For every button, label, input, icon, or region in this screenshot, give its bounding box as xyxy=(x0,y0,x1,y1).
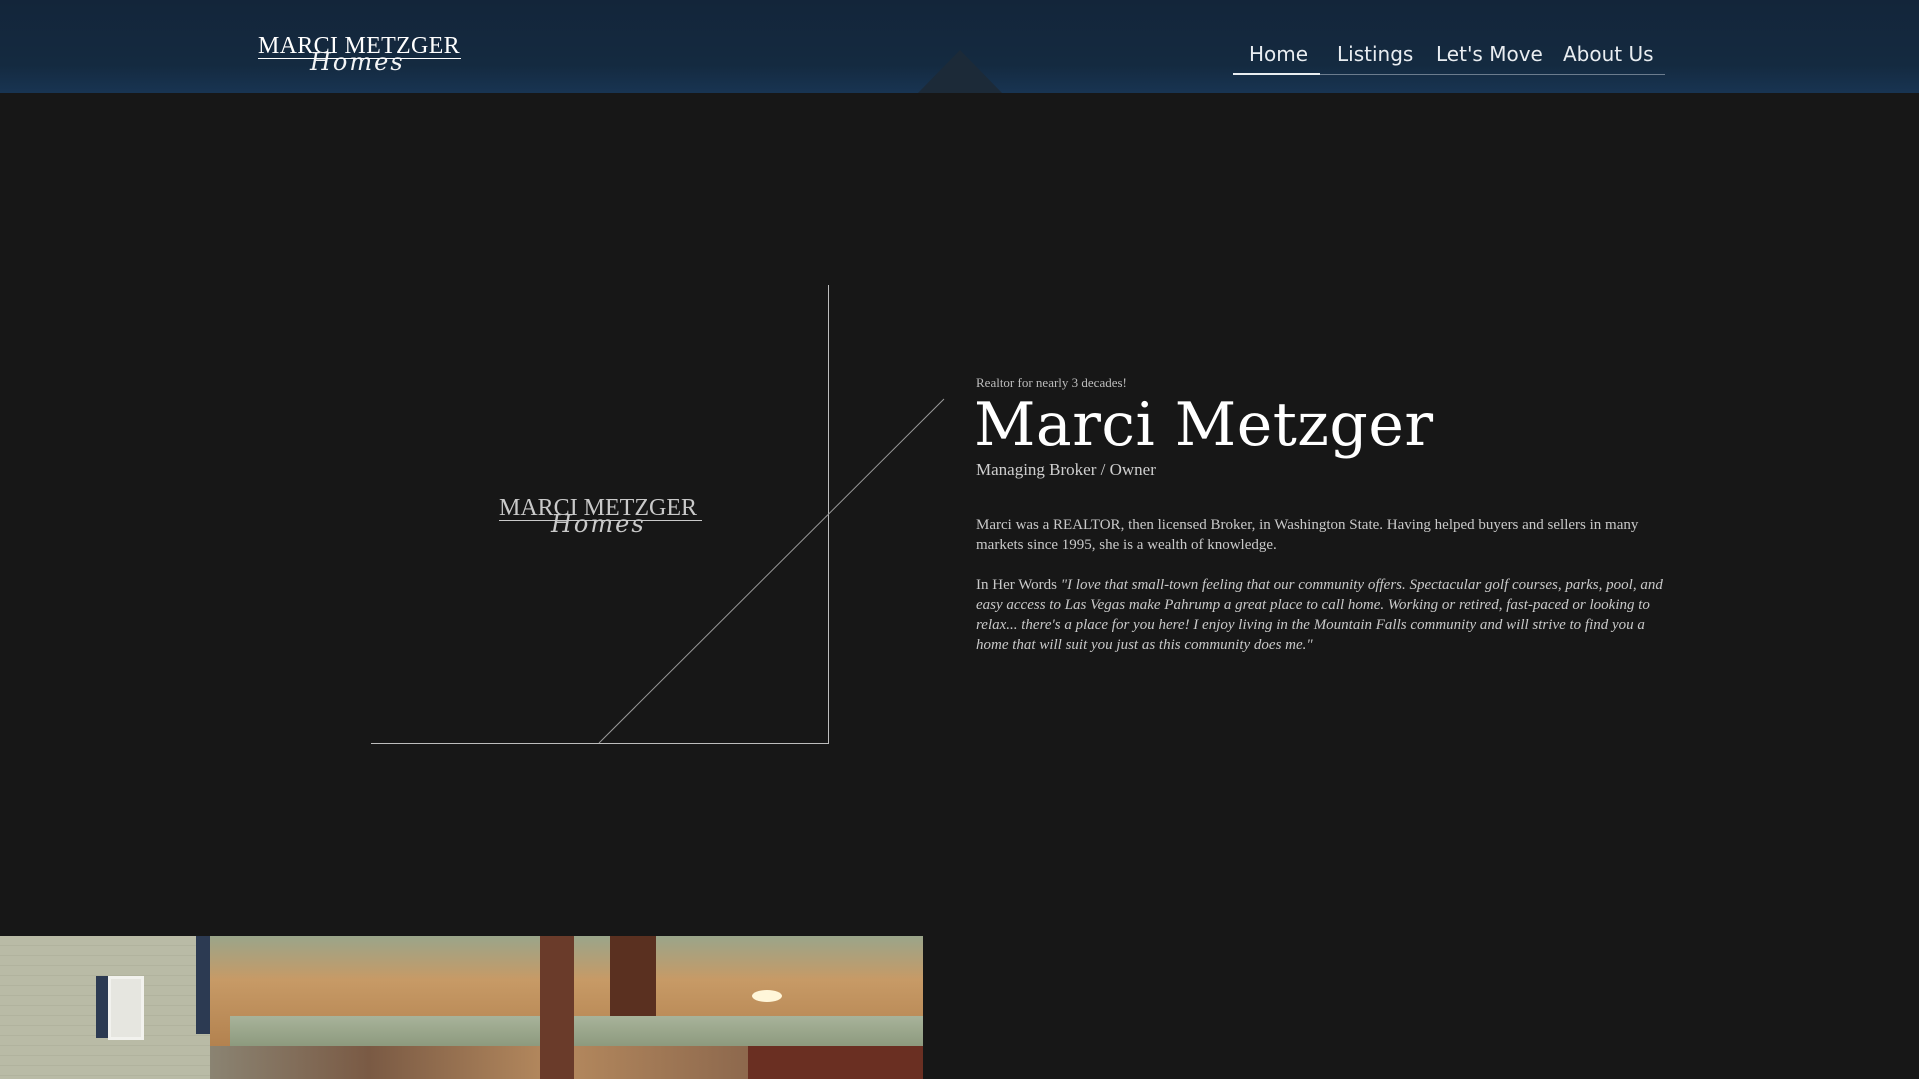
quote-text: "I love that small-town feeling that our… xyxy=(976,577,1663,653)
hero-role: Managing Broker / Owner xyxy=(976,460,1156,479)
nav-item-lets-move[interactable]: Let's Move xyxy=(1436,42,1543,66)
house-photo xyxy=(0,936,923,1079)
nav-active-indicator xyxy=(1233,73,1320,75)
porch-beam xyxy=(610,936,656,1016)
hero-bio: Marci was a REALTOR, then licensed Broke… xyxy=(976,517,1639,553)
house-shutter xyxy=(196,936,210,1034)
nav-item-home[interactable]: Home xyxy=(1249,42,1308,66)
hero-eyebrow: Realtor for nearly 3 decades! xyxy=(976,375,1127,390)
center-logo-script: Homes xyxy=(551,510,646,538)
front-door xyxy=(748,1046,923,1079)
frame-horizontal-line xyxy=(371,743,829,744)
nav-item-listings[interactable]: Listings xyxy=(1337,42,1413,66)
site-logo[interactable]: MARCI METZGER Homes xyxy=(258,34,464,80)
nav-item-about-us[interactable]: About Us xyxy=(1563,42,1654,66)
page: MARCI METZGER Homes Home Listings Let's … xyxy=(0,0,1919,1079)
logo-script: Homes xyxy=(310,48,405,76)
site-header: MARCI METZGER Homes Home Listings Let's … xyxy=(0,0,1919,93)
house-shutter xyxy=(96,976,108,1038)
frame-vertical-line xyxy=(828,285,829,744)
hero-name: Marci Metzger xyxy=(974,390,1434,460)
quote-lead: In Her Words xyxy=(976,577,1061,593)
porch-post xyxy=(540,936,574,1079)
header-notch xyxy=(918,50,1002,93)
hero-quote: In Her Words "I love that small-town fee… xyxy=(976,575,1670,655)
center-logo: MARCI METZGER Homes xyxy=(499,496,705,542)
house-window xyxy=(108,976,144,1040)
porch-gutter xyxy=(230,1016,923,1046)
porch-light xyxy=(752,990,782,1002)
main-nav: Home Listings Let's Move About Us xyxy=(1233,40,1665,75)
